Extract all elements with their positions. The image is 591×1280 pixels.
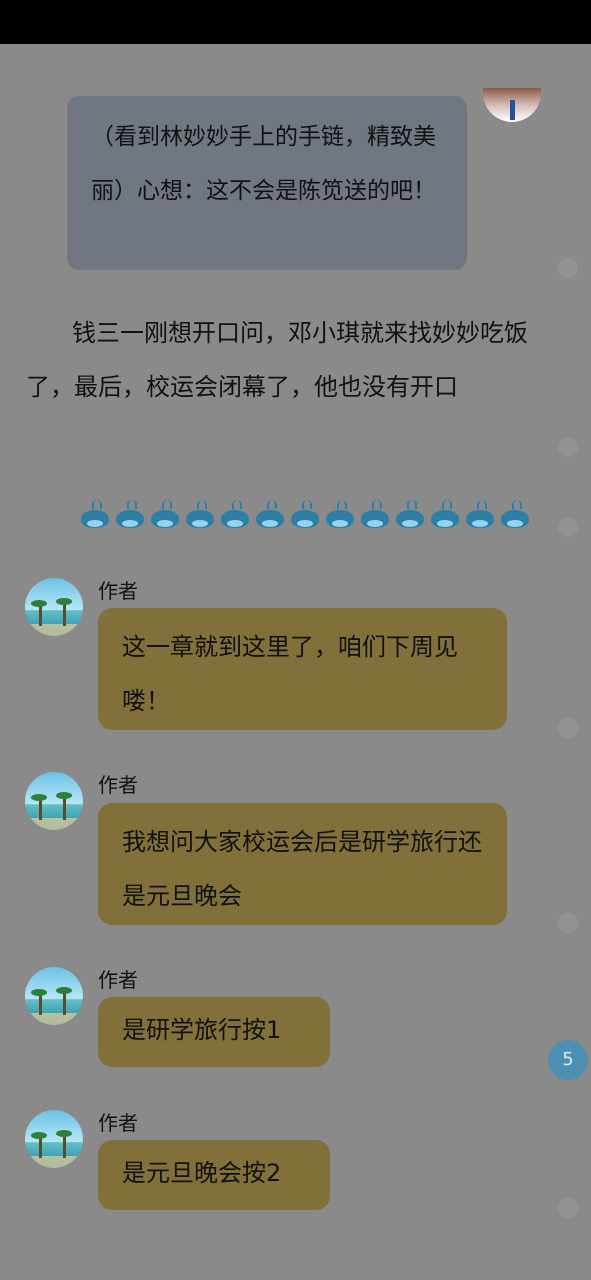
comment-count-badge[interactable]: 5	[548, 1040, 588, 1080]
whale-icon	[325, 500, 355, 530]
author-message-bubble[interactable]: 是研学旅行按1	[98, 997, 330, 1067]
whale-icon	[395, 500, 425, 530]
whale-icon	[150, 500, 180, 530]
user-message-bubble[interactable]: （看到林妙妙手上的手链，精致美丽）心想：这不会是陈笕送的吧！	[67, 96, 467, 270]
author-name: 作者	[98, 579, 138, 603]
tie-shape	[510, 100, 515, 120]
author-name: 作者	[98, 1111, 138, 1135]
author-avatar[interactable]	[25, 1110, 83, 1168]
whale-divider	[80, 500, 540, 540]
author-message-bubble[interactable]: 这一章就到这里了，咱们下周见喽！	[98, 608, 507, 730]
whale-icon	[290, 500, 320, 530]
whale-icon	[255, 500, 285, 530]
whale-icon	[465, 500, 495, 530]
author-message-text: 是研学旅行按1	[122, 1016, 282, 1044]
narration-text: 钱三一刚想开口问，邓小琪就来找妙妙吃饭了，最后，校运会闭幕了，他也没有开口	[26, 319, 528, 401]
comment-dot[interactable]	[558, 258, 578, 278]
author-message-text: 这一章就到这里了，咱们下周见喽！	[122, 633, 458, 715]
author-avatar[interactable]	[25, 772, 83, 830]
whale-icon	[80, 500, 110, 530]
user-message-text: （看到林妙妙手上的手链，精致美丽）心想：这不会是陈笕送的吧！	[91, 124, 436, 204]
status-bar	[0, 0, 591, 44]
author-name: 作者	[98, 773, 138, 797]
author-message-text: 我想问大家校运会后是研学旅行还是元旦晚会	[122, 828, 482, 910]
author-avatar[interactable]	[25, 578, 83, 636]
comment-dot[interactable]	[558, 718, 578, 738]
comment-dot[interactable]	[558, 517, 578, 537]
author-name: 作者	[98, 968, 138, 992]
author-message-bubble[interactable]: 我想问大家校运会后是研学旅行还是元旦晚会	[98, 803, 507, 925]
whale-icon	[220, 500, 250, 530]
comment-dot[interactable]	[558, 913, 578, 933]
author-message-text: 是元旦晚会按2	[122, 1159, 282, 1187]
comment-dot[interactable]	[558, 437, 578, 457]
author-avatar[interactable]	[25, 967, 83, 1025]
user-avatar[interactable]	[483, 88, 541, 122]
author-message-bubble[interactable]: 是元旦晚会按2	[98, 1140, 330, 1210]
whale-icon	[115, 500, 145, 530]
comment-dot[interactable]	[558, 1198, 578, 1218]
whale-icon	[185, 500, 215, 530]
whale-icon	[500, 500, 530, 530]
whale-icon	[430, 500, 460, 530]
whale-icon	[360, 500, 390, 530]
